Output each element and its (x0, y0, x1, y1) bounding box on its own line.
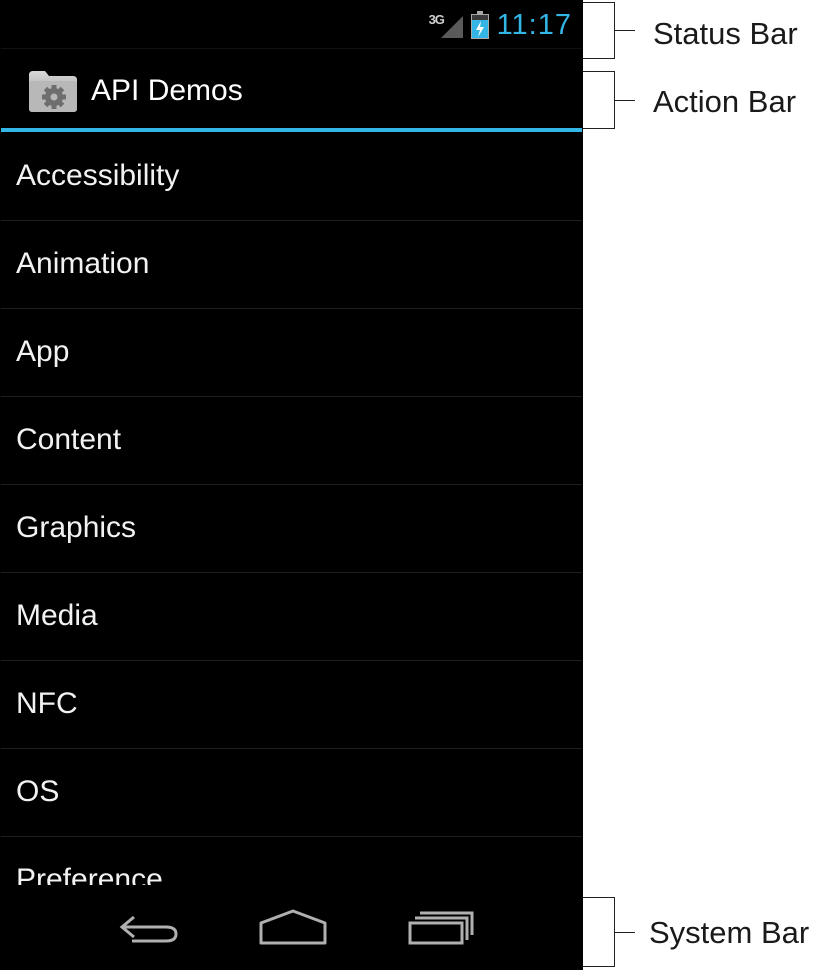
home-icon[interactable] (255, 907, 331, 949)
list-item-label: Preference (16, 863, 163, 885)
status-clock: 11:17 (496, 8, 572, 41)
battery-charging-icon (470, 11, 489, 39)
callout-status-bar-label: Status Bar (653, 16, 798, 51)
list-item-preference[interactable]: Preference (1, 837, 582, 885)
list-item-label: NFC (16, 687, 78, 720)
list-item-label: Accessibility (16, 159, 180, 192)
list-item-animation[interactable]: Animation (1, 221, 582, 309)
list-item-label: Content (16, 423, 122, 456)
list-item-label: OS (16, 775, 60, 808)
app-title: API Demos (91, 74, 243, 107)
list-item-os[interactable]: OS (1, 749, 582, 837)
action-bar: API Demos (1, 49, 582, 132)
list-item-label: Media (16, 599, 98, 632)
list-item-label: Animation (16, 247, 150, 280)
signal-icon: 3G (429, 10, 463, 40)
list-item-nfc[interactable]: NFC (1, 661, 582, 749)
list-item-accessibility[interactable]: Accessibility (1, 133, 582, 221)
list-item-label: Graphics (16, 511, 137, 544)
list-item-graphics[interactable]: Graphics (1, 485, 582, 573)
list-item-media[interactable]: Media (1, 573, 582, 661)
list-item-app[interactable]: App (1, 309, 582, 397)
phone-screen: 3G 11:17 API Demos Accessibility Animati… (0, 0, 583, 970)
callout-action-bar-label: Action Bar (653, 84, 797, 119)
demo-list: Accessibility Animation App Content Grap… (1, 133, 582, 885)
folder-gear-icon[interactable] (27, 69, 79, 113)
list-item-content[interactable]: Content (1, 397, 582, 485)
back-icon[interactable] (112, 907, 188, 949)
status-bar: 3G 11:17 (1, 1, 582, 49)
list-item-label: App (16, 335, 70, 368)
recent-apps-icon[interactable] (406, 907, 482, 949)
callout-system-bar-label: System Bar (649, 915, 810, 950)
system-bar (1, 885, 582, 969)
status-icons: 3G 11:17 (429, 7, 572, 43)
